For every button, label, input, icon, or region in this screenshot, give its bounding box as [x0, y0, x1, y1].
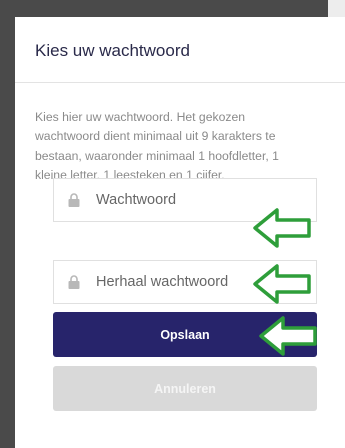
repeat-password-field[interactable] — [53, 260, 317, 304]
lock-icon — [68, 275, 80, 289]
cancel-button[interactable]: Annuleren — [53, 366, 317, 411]
repeat-password-input[interactable] — [96, 261, 306, 303]
lock-icon — [68, 193, 80, 207]
password-input[interactable] — [96, 179, 306, 221]
modal-header: Kies uw wachtwoord — [15, 17, 345, 83]
password-modal: Kies uw wachtwoord Kies hier uw wachtwoo… — [15, 17, 345, 448]
password-instructions: Kies hier uw wachtwoord. Het gekozen wac… — [35, 110, 279, 182]
save-button[interactable]: Opslaan — [53, 312, 317, 357]
modal-title: Kies uw wachtwoord — [35, 41, 190, 60]
password-field[interactable] — [53, 178, 317, 222]
